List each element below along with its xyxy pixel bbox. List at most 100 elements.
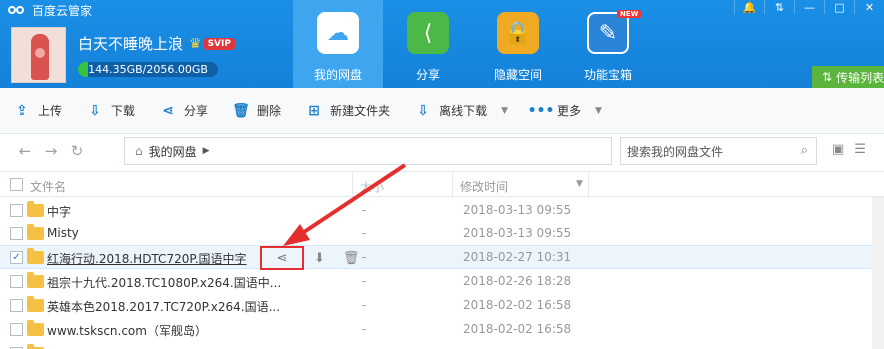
table-row-selected[interactable]: ✓ 红海行动.2018.HDTC720P.国语中字 ⋖ ⬇ 🗑 - 2018-0… <box>0 245 884 270</box>
transfer-icon: ⇅ <box>822 70 833 84</box>
more-dots-icon: ••• <box>527 102 555 119</box>
username[interactable]: 白天不睡晚上浪 <box>78 33 183 54</box>
share-button[interactable]: ⋖ 分享 <box>146 88 219 134</box>
view-toggles: ▣ ☰ <box>832 142 866 157</box>
row-checkbox[interactable] <box>10 275 23 288</box>
back-arrow-icon[interactable]: ← <box>12 142 38 160</box>
chevron-down-icon: ▼ <box>501 105 509 116</box>
sort-caret-icon[interactable]: ▼ <box>576 179 583 189</box>
delete-button[interactable]: 🗑 删除 <box>219 88 292 134</box>
header: 百度云管家 🔔 ⇅ — □ ✕ 白天不睡晚上浪 ♛ SVIP 144.35GB/… <box>0 0 884 88</box>
svip-badge[interactable]: ♛ SVIP <box>189 36 235 52</box>
new-folder-label: 新建文件夹 <box>330 104 391 118</box>
search-placeholder: 搜索我的网盘文件 <box>627 144 724 159</box>
column-divider[interactable] <box>452 172 453 198</box>
row-checkbox[interactable] <box>10 299 23 312</box>
home-icon: ⌂ <box>135 144 143 158</box>
nav-toolbox[interactable]: ✎ NEW 功能宝箱 <box>563 0 653 88</box>
folder-icon <box>27 272 44 288</box>
row-trash-icon[interactable]: 🗑 <box>343 251 360 266</box>
refresh-icon[interactable]: ↻ <box>64 142 90 160</box>
address-bar: ← → ↻ ⌂ 我的网盘 ▶ 搜索我的网盘文件 ⌕ ▣ ☰ <box>0 134 884 170</box>
delete-label: 删除 <box>257 104 282 118</box>
lock-icon: 🔒 <box>497 12 539 54</box>
list-view-icon[interactable]: ☰ <box>854 142 866 157</box>
upload-icon: ⇪ <box>16 102 28 119</box>
svip-label: SVIP <box>203 37 235 50</box>
forward-arrow-icon[interactable]: → <box>38 142 64 160</box>
share-icon: ⋖ <box>276 250 288 266</box>
minimize-icon[interactable]: — <box>794 0 824 14</box>
file-name[interactable]: 英雄本色2018.2017.TC720P.x264.国语... <box>47 298 280 315</box>
row-checkbox-checked[interactable]: ✓ <box>10 251 23 264</box>
folder-icon <box>27 296 44 312</box>
file-size: - <box>362 203 367 217</box>
file-name[interactable]: 中字 <box>47 203 71 220</box>
table-row[interactable] <box>0 342 884 349</box>
column-divider[interactable] <box>352 172 353 198</box>
window-controls: 🔔 ⇅ — □ ✕ <box>734 0 884 14</box>
table-row[interactable]: www.tskscn.com（军舰岛） - 2018-02-02 16:58 <box>0 318 884 342</box>
scrollbar[interactable] <box>872 197 884 349</box>
breadcrumb[interactable]: ⌂ 我的网盘 ▶ <box>124 137 612 165</box>
file-name[interactable]: Misty <box>47 226 79 240</box>
download-icon: ⇩ <box>89 102 101 119</box>
maximize-icon[interactable]: □ <box>824 0 854 14</box>
offline-download-label: 离线下载 <box>439 104 488 118</box>
nav-label: 隐藏空间 <box>493 68 542 82</box>
breadcrumb-root[interactable]: 我的网盘 <box>149 143 197 160</box>
storage-quota-text: 144.35GB/2056.00GB <box>88 63 208 76</box>
transfer-list-button[interactable]: ⇅ 传输列表 <box>812 66 884 88</box>
file-name[interactable]: 红海行动.2018.HDTC720P.国语中字 <box>47 250 247 267</box>
file-date: 2018-02-02 16:58 <box>463 298 572 312</box>
file-name[interactable]: www.tskscn.com（军舰岛） <box>47 322 207 339</box>
nav-share[interactable]: ⟨ 分享 <box>383 0 473 88</box>
nav-hidden-space[interactable]: 🔒 隐藏空间 <box>473 0 563 88</box>
header-size[interactable]: 大小 <box>360 178 384 195</box>
table-row[interactable]: 祖宗十九代.2018.TC1080P.x264.国语中... - 2018-02… <box>0 270 884 294</box>
notification-bell-icon[interactable]: 🔔 <box>734 0 764 14</box>
baidu-cloud-logo-icon <box>8 4 26 16</box>
share-label: 分享 <box>184 104 209 118</box>
file-name[interactable]: 祖宗十九代.2018.TC1080P.x264.国语中... <box>47 274 281 291</box>
more-label: 更多 <box>557 104 582 118</box>
row-checkbox[interactable] <box>10 323 23 336</box>
file-size: - <box>362 226 367 240</box>
new-badge: NEW <box>617 10 642 18</box>
search-icon[interactable]: ⌕ <box>801 143 808 158</box>
row-download-icon[interactable]: ⬇ <box>314 251 325 266</box>
main-nav: ☁ 我的网盘 ⟨ 分享 🔒 隐藏空间 ✎ NEW 功能宝箱 <box>293 0 653 88</box>
folder-icon <box>27 224 44 240</box>
nav-label: 我的网盘 <box>313 68 362 82</box>
download-button[interactable]: ⇩ 下载 <box>73 88 146 134</box>
panel-view-icon[interactable]: ▣ <box>832 142 844 157</box>
cloud-icon: ☁ <box>317 12 359 54</box>
row-share-button[interactable]: ⋖ <box>260 246 304 270</box>
avatar[interactable] <box>11 27 66 83</box>
header-name[interactable]: 文件名 <box>30 178 66 195</box>
search-input[interactable]: 搜索我的网盘文件 ⌕ <box>620 137 817 165</box>
row-actions: ⋖ ⬇ 🗑 <box>260 246 359 270</box>
nav-my-disk[interactable]: ☁ 我的网盘 <box>293 0 383 88</box>
row-checkbox[interactable] <box>10 227 23 240</box>
share-icon: ⋖ <box>162 102 174 119</box>
select-all-checkbox[interactable] <box>10 178 23 191</box>
column-divider[interactable] <box>588 172 589 198</box>
trash-icon: 🗑 <box>232 102 250 119</box>
more-button[interactable]: ••• 更多 ▼ <box>519 88 613 134</box>
file-date: 2018-02-27 10:31 <box>463 250 572 264</box>
table-row[interactable]: 英雄本色2018.2017.TC720P.x264.国语... - 2018-0… <box>0 294 884 318</box>
folder-icon <box>27 248 44 264</box>
file-date: 2018-03-13 09:55 <box>463 203 572 217</box>
table-row[interactable]: Misty - 2018-03-13 09:55 <box>0 222 884 246</box>
offline-download-button[interactable]: ⇩ 离线下载 ▼ <box>401 88 519 134</box>
header-date[interactable]: 修改时间 <box>460 178 508 195</box>
close-icon[interactable]: ✕ <box>854 0 884 14</box>
table-row[interactable]: 中字 - 2018-03-13 09:55 <box>0 199 884 223</box>
transfer-label: 传输列表 <box>836 70 884 85</box>
row-checkbox[interactable] <box>10 204 23 217</box>
menu-icon[interactable]: ⇅ <box>764 0 794 14</box>
file-date: 2018-03-13 09:55 <box>463 226 572 240</box>
upload-button[interactable]: ⇪ 上传 <box>0 88 73 134</box>
new-folder-button[interactable]: ⊞ 新建文件夹 <box>292 88 401 134</box>
